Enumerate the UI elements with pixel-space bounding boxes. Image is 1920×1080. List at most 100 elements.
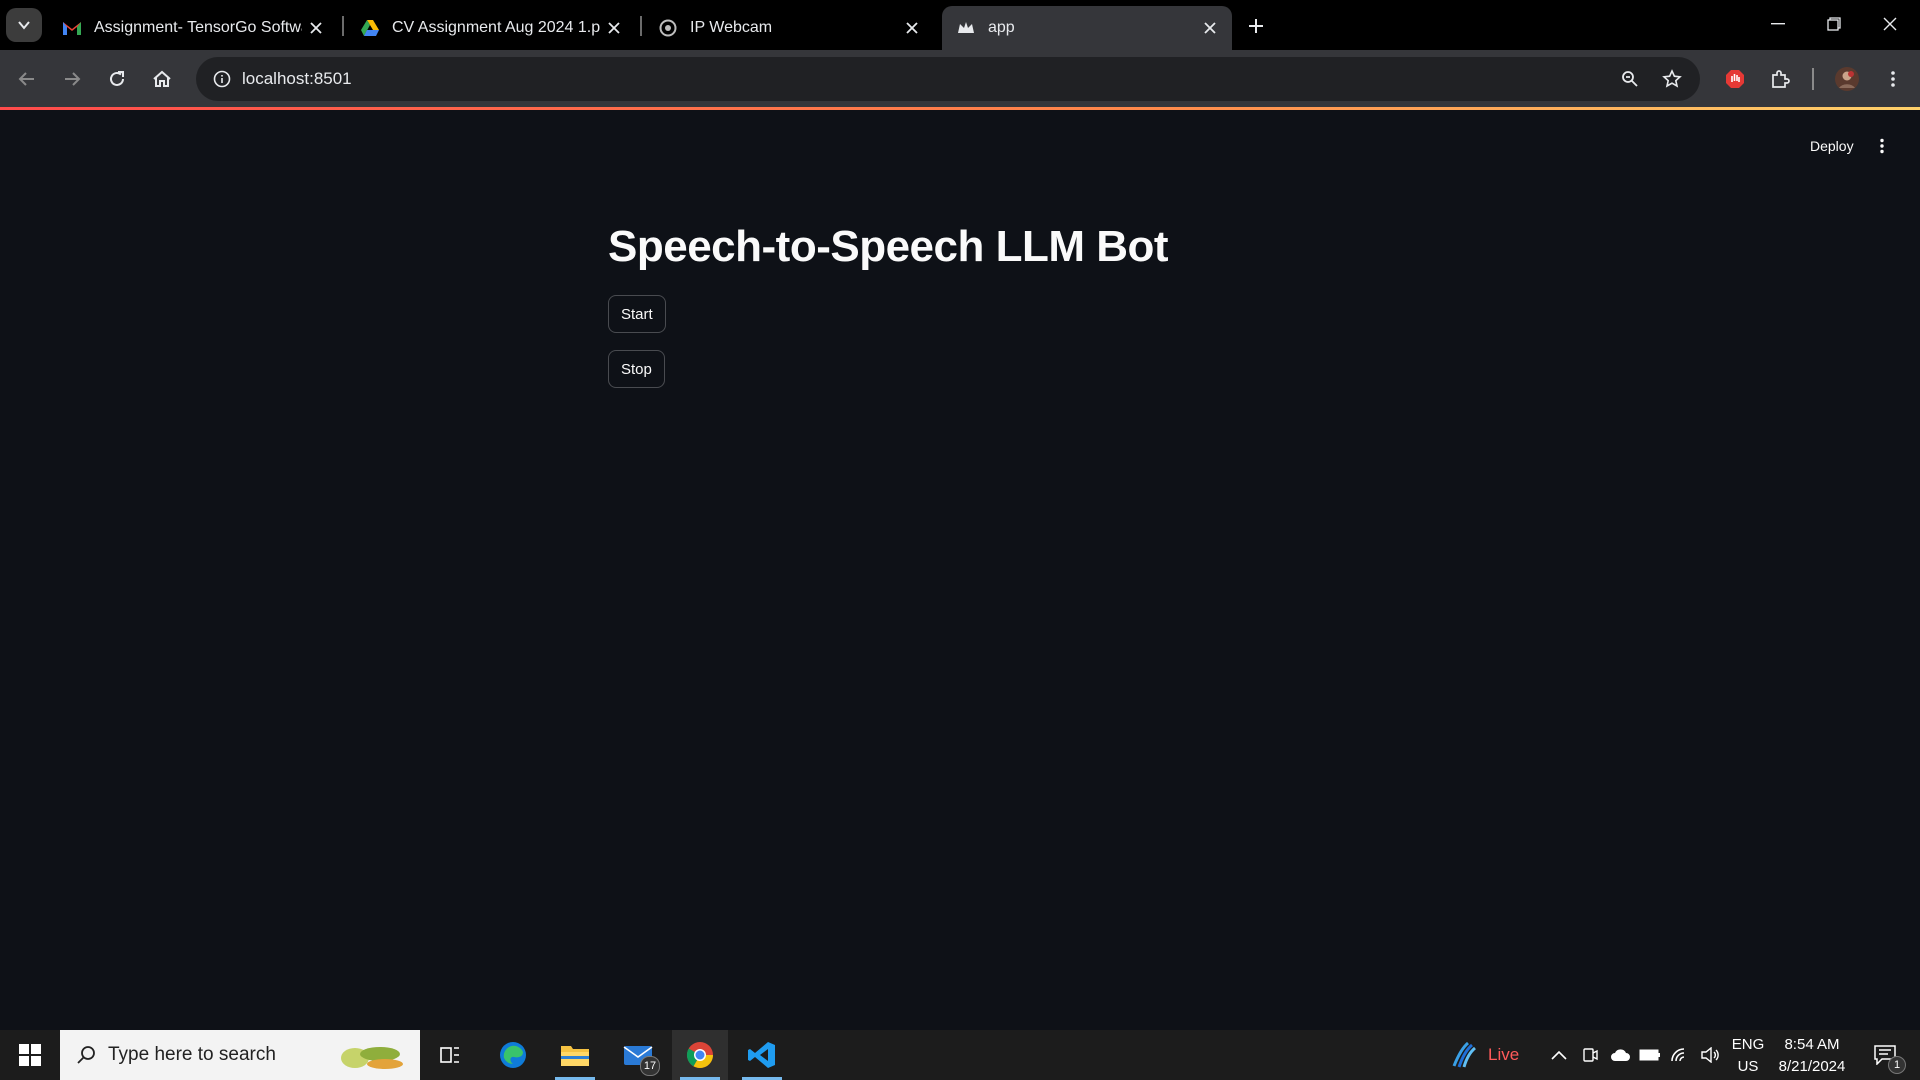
tab-separator [640, 16, 642, 36]
clock-date: 8/21/2024 [1778, 1058, 1846, 1075]
chrome-icon [686, 1042, 714, 1069]
close-icon[interactable] [600, 14, 628, 42]
taskbar-edge[interactable] [485, 1030, 541, 1080]
tab-title: Assignment- TensorGo Software [94, 19, 302, 36]
gmail-icon [62, 18, 82, 38]
streamlit-header-decoration [0, 107, 1920, 110]
tab-app[interactable]: app [942, 6, 1232, 50]
search-placeholder: Type here to search [108, 1044, 276, 1065]
kebab-menu-icon [1891, 71, 1895, 87]
weather-widget-icon-button[interactable] [1440, 1030, 1486, 1080]
streamlit-icon [956, 18, 976, 38]
tray-network[interactable] [1666, 1030, 1694, 1080]
start-menu-button[interactable] [2, 1030, 58, 1080]
show-hidden-icons-button[interactable] [1545, 1030, 1573, 1080]
tab-separator [342, 16, 344, 36]
bookmark-star-icon[interactable] [1658, 65, 1686, 93]
windows-logo-icon [19, 1044, 41, 1066]
plus-icon [1249, 19, 1263, 33]
tab-title: CV Assignment Aug 2024 1.pdf [392, 19, 600, 36]
edge-icon [500, 1042, 526, 1068]
restore-button[interactable] [1806, 4, 1862, 44]
zoom-icon[interactable] [1616, 65, 1644, 93]
notification-count-badge: 1 [1888, 1056, 1906, 1074]
arrow-right-icon [65, 72, 81, 86]
tab-ip-webcam[interactable]: IP Webcam [644, 6, 934, 50]
tray-meet-now[interactable] [1576, 1030, 1604, 1080]
tab-title: IP Webcam [690, 19, 773, 36]
tab-title: app [988, 19, 1015, 36]
tab-gmail[interactable]: Assignment- TensorGo Software [48, 6, 338, 50]
tray-onedrive[interactable] [1606, 1030, 1634, 1080]
extension-adblock-button[interactable] [1718, 62, 1752, 96]
chevron-down-icon [18, 21, 30, 30]
close-window-button[interactable] [1862, 4, 1918, 44]
mail-unread-badge: 17 [640, 1056, 660, 1076]
address-bar[interactable]: localhost:8501 [196, 57, 1700, 101]
browser-toolbar: localhost:8501 [0, 50, 1920, 108]
kebab-menu-icon [1880, 138, 1884, 154]
tab-search-button[interactable] [6, 8, 42, 42]
search-highlight-illustration-icon [341, 1047, 403, 1069]
input-language[interactable]: ENG US [1728, 1034, 1768, 1078]
tray-volume[interactable] [1696, 1030, 1724, 1080]
chevron-up-icon [1551, 1050, 1567, 1060]
taskbar-vscode[interactable] [734, 1030, 790, 1080]
task-view-button[interactable] [422, 1030, 478, 1080]
live-cricket-icon [1452, 1041, 1477, 1068]
app-main-menu-button[interactable] [1868, 131, 1896, 161]
close-icon[interactable] [1196, 14, 1224, 42]
forward-button[interactable] [55, 62, 89, 96]
arrow-left-icon [18, 72, 34, 86]
minimize-button[interactable] [1750, 4, 1806, 44]
tray-battery[interactable] [1636, 1030, 1664, 1080]
clock-time: 8:54 AM [1784, 1036, 1840, 1053]
deploy-button[interactable]: Deploy [1800, 131, 1864, 161]
meet-now-icon [1583, 1048, 1598, 1062]
close-icon[interactable] [898, 14, 926, 42]
avatar-icon [1835, 67, 1859, 91]
taskbar-chrome[interactable] [672, 1030, 728, 1080]
windows-taskbar: Type here to search 17 Live ENG US 8:54 … [0, 1030, 1920, 1080]
wifi-icon [1671, 1048, 1685, 1062]
puzzle-icon [1772, 70, 1790, 88]
tab-drive[interactable]: CV Assignment Aug 2024 1.pdf [346, 6, 636, 50]
extensions-button[interactable] [1763, 62, 1797, 96]
reload-icon [110, 71, 124, 86]
region-code: US [1737, 1058, 1759, 1075]
taskbar-file-explorer[interactable] [547, 1030, 603, 1080]
toolbar-separator [1812, 68, 1814, 90]
battery-icon [1639, 1049, 1660, 1061]
close-icon [1883, 17, 1897, 31]
minimize-icon [1771, 23, 1785, 25]
profile-avatar[interactable] [1830, 62, 1864, 96]
new-tab-button[interactable] [1240, 10, 1272, 42]
stop-button[interactable]: Stop [608, 350, 665, 388]
folder-icon [561, 1046, 589, 1066]
start-button[interactable]: Start [608, 295, 666, 333]
language-code: ENG [1731, 1036, 1765, 1053]
taskbar-mail[interactable]: 17 [610, 1030, 666, 1080]
search-icon [77, 1046, 95, 1064]
reload-button[interactable] [100, 62, 134, 96]
google-drive-icon [360, 18, 380, 38]
back-button[interactable] [10, 62, 44, 96]
task-view-icon [440, 1047, 459, 1063]
site-info-icon[interactable] [208, 65, 236, 93]
speaker-icon [1701, 1047, 1719, 1063]
chrome-menu-button[interactable] [1876, 62, 1910, 96]
browser-tab-strip: Assignment- TensorGo Software CV Assignm… [0, 0, 1920, 50]
action-center-button[interactable]: 1 [1862, 1030, 1908, 1080]
restore-icon [1827, 17, 1841, 31]
home-button[interactable] [145, 62, 179, 96]
taskbar-search-box[interactable]: Type here to search [60, 1030, 420, 1080]
close-icon[interactable] [302, 14, 330, 42]
vscode-icon [748, 1042, 775, 1068]
webcam-icon [658, 18, 678, 38]
home-icon [153, 70, 171, 87]
page-title: Speech-to-Speech LLM Bot [608, 222, 1169, 271]
clock[interactable]: 8:54 AM 8/21/2024 [1772, 1034, 1852, 1078]
live-label[interactable]: Live [1488, 1044, 1519, 1066]
adblock-hand-icon [1726, 70, 1744, 88]
cloud-icon [1611, 1049, 1630, 1061]
